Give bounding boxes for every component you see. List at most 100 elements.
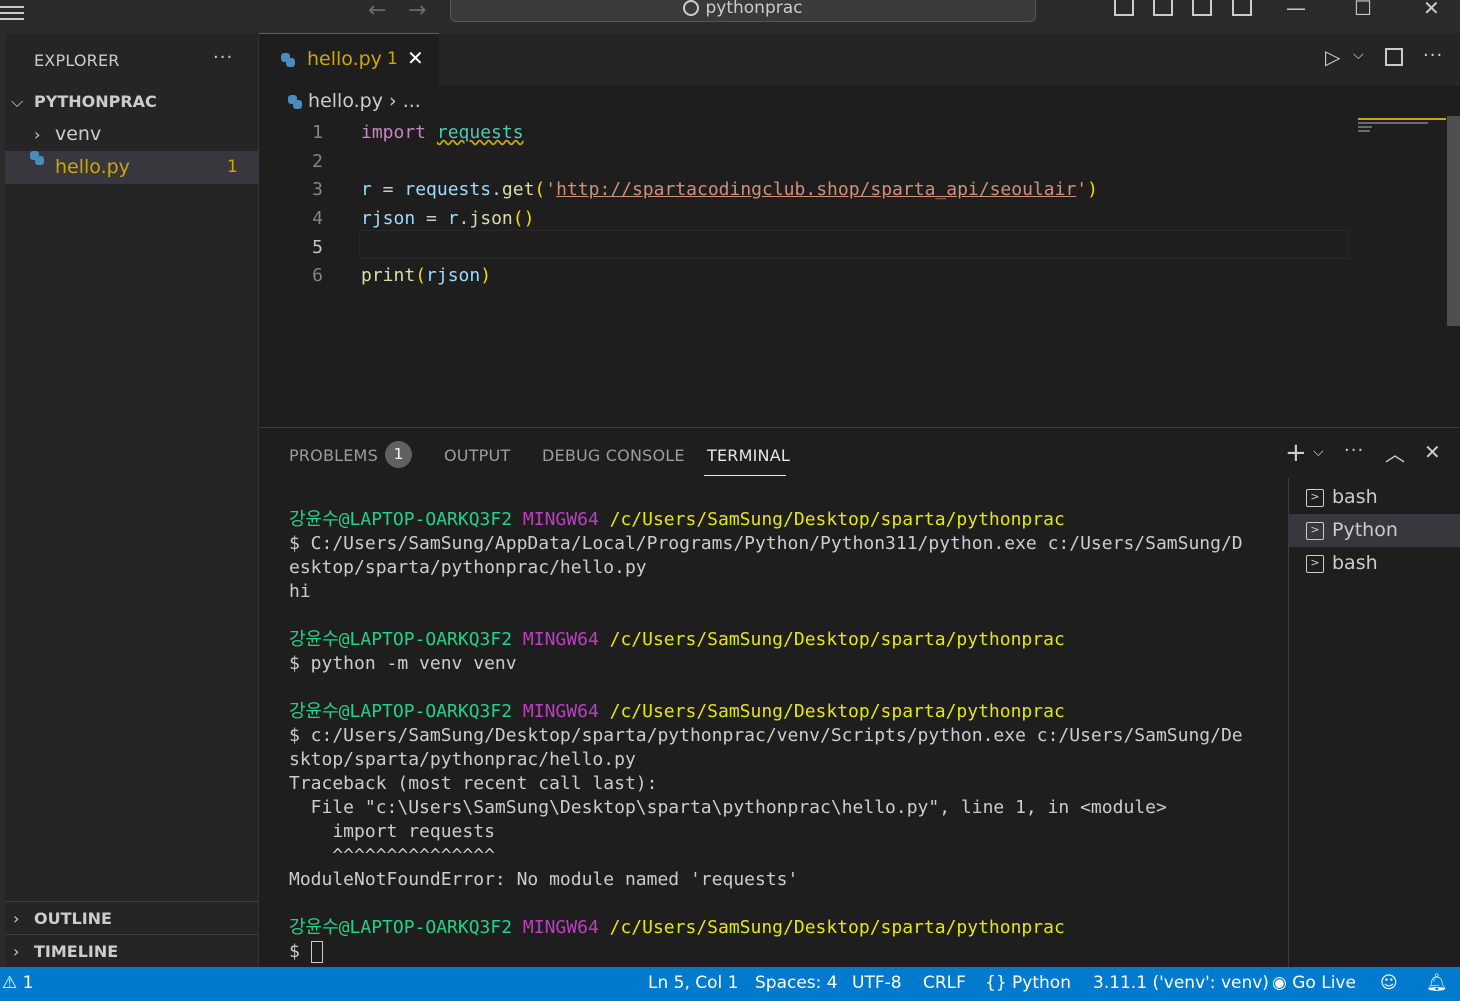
terminal-line: ^^^^^^^^^^^^^^^ — [289, 845, 495, 866]
outline-section[interactable]: › OUTLINE — [5, 901, 259, 935]
input-line[interactable]: $ — [289, 940, 1279, 964]
operator: = — [371, 179, 405, 200]
terminal-icon: > — [1306, 521, 1324, 540]
tab-label: hello.py — [307, 48, 382, 70]
editor-tab-bar: hello.py 1 ✕ ▷ ⌵ ··· — [259, 33, 1460, 86]
maximize-panel-icon[interactable]: ︿ — [1385, 438, 1405, 467]
feedback-icon[interactable]: ☺ — [1380, 973, 1398, 993]
split-editor-icon[interactable] — [1385, 48, 1403, 66]
encoding-status[interactable]: UTF-8 — [852, 973, 902, 993]
tree-item-label: venv — [55, 123, 102, 145]
keyword: import — [361, 122, 427, 143]
breadcrumb-symbols[interactable]: ... — [403, 90, 421, 112]
run-icon[interactable]: ▷ — [1325, 45, 1340, 69]
window-close-icon[interactable]: ✕ — [1423, 0, 1440, 20]
problems-count: 1 — [22, 973, 34, 993]
title-bar: ← → pythonprac — ☐ ✕ — [0, 0, 1460, 33]
timeline-section[interactable]: › TIMELINE — [5, 934, 259, 968]
chevron-right-icon: › — [34, 125, 41, 144]
breadcrumb-file[interactable]: hello.py — [308, 90, 383, 112]
prompt-user: 강윤수@LAPTOP-OARKQ3F2 — [289, 917, 513, 938]
terminal-output[interactable]: 강윤수@LAPTOP-OARKQ3F2 MINGW64 /c/Users/Sam… — [289, 508, 1279, 964]
object: requests — [404, 179, 492, 200]
python-file-icon — [281, 53, 295, 67]
terminal-item-bash[interactable]: > bash — [1289, 481, 1460, 514]
customize-layout-icon[interactable] — [1232, 0, 1252, 16]
broadcast-icon: ◉ — [1272, 973, 1287, 993]
minimap-current-line — [1358, 118, 1446, 120]
toggle-secondary-sidebar-icon[interactable] — [1192, 0, 1212, 16]
prompt-shell: MINGW64 — [522, 701, 599, 722]
eol-status[interactable]: CRLF — [923, 973, 966, 993]
dot: . — [491, 179, 502, 200]
quote: ' — [1076, 179, 1088, 200]
chevron-down-icon[interactable]: ⌵ — [1313, 444, 1324, 460]
minimize-icon[interactable]: — — [1286, 0, 1306, 20]
line-number: 2 — [312, 151, 323, 172]
tab-debug-console[interactable]: DEBUG CONSOLE — [542, 446, 685, 465]
terminal-item-label: bash — [1332, 486, 1378, 508]
new-terminal-icon[interactable]: + — [1285, 438, 1307, 468]
code-line: 1 import requests — [259, 118, 1359, 147]
prompt-user: 강윤수@LAPTOP-OARKQ3F2 — [289, 509, 513, 530]
language-label: Python — [1012, 973, 1071, 993]
terminal-line: $ python -m venv venv — [289, 653, 517, 674]
indentation-status[interactable]: Spaces: 4 — [755, 973, 838, 993]
terminal-line: $ c:/Users/SamSung/Desktop/sparta/python… — [289, 725, 1243, 746]
active-tab-indicator — [704, 475, 786, 476]
tab-hello-py[interactable]: hello.py 1 ✕ — [259, 33, 439, 86]
tree-item-hello-py[interactable]: hello.py 1 — [5, 151, 259, 184]
explorer-more-icon[interactable]: ··· — [213, 47, 233, 68]
forward-arrow-icon[interactable]: → — [408, 0, 426, 23]
line-number: 1 — [312, 122, 323, 143]
problems-status[interactable]: ⚠ 1 — [2, 973, 33, 993]
object: r — [447, 208, 459, 229]
back-arrow-icon[interactable]: ← — [368, 0, 386, 23]
terminal-icon: > — [1306, 488, 1324, 507]
more-actions-icon[interactable]: ··· — [1423, 45, 1443, 66]
terminal-item-bash[interactable]: > bash — [1289, 547, 1460, 580]
url-string[interactable]: http://spartacodingclub.shop/sparta_api/… — [556, 179, 1076, 200]
problem-count-badge: 1 — [227, 157, 238, 177]
cursor-position[interactable]: Ln 5, Col 1 — [648, 973, 739, 993]
quote: ' — [545, 179, 557, 200]
terminal-line: $ C:/Users/SamSung/AppData/Local/Program… — [289, 533, 1243, 554]
folder-label: PYTHONPRAC — [34, 92, 157, 111]
language-mode[interactable]: {} Python — [985, 973, 1071, 993]
python-file-icon — [288, 94, 302, 109]
close-panel-icon[interactable]: ✕ — [1424, 440, 1441, 464]
go-live-button[interactable]: ◉ Go Live — [1272, 973, 1356, 993]
menu-icon[interactable] — [0, 2, 26, 22]
minimap-code — [1358, 126, 1372, 128]
command-center-search[interactable]: pythonprac — [450, 0, 1036, 22]
notifications-bell-icon[interactable]: 🔔︎ — [1426, 973, 1448, 993]
code-editor[interactable]: 1 import requests 2 3 r = requests.get('… — [259, 116, 1460, 426]
chevron-down-icon[interactable]: ⌵ — [1353, 47, 1364, 63]
toggle-panel-icon[interactable] — [1153, 0, 1173, 16]
editor-scrollbar[interactable] — [1447, 116, 1460, 326]
line-number: 5 — [312, 237, 323, 258]
tab-output[interactable]: OUTPUT — [444, 446, 510, 465]
chevron-right-icon: › — [13, 909, 20, 928]
folder-pythonprac[interactable]: ⌵ PYTHONPRAC — [5, 85, 259, 118]
tab-close-icon[interactable]: ✕ — [407, 46, 424, 70]
code-line: 6 print(rjson) — [259, 261, 1359, 290]
prompt-line: 강윤수@LAPTOP-OARKQ3F2 MINGW64 /c/Users/Sam… — [289, 700, 1279, 724]
section-label: TIMELINE — [34, 942, 119, 961]
terminal-line: esktop/sparta/pythonprac/hello.py — [289, 557, 647, 578]
breadcrumb-separator: › — [389, 90, 397, 112]
code-line: 2 — [259, 147, 1359, 176]
breadcrumb: hello.py › ... — [288, 90, 421, 112]
maximize-icon[interactable]: ☐ — [1354, 0, 1372, 20]
more-actions-icon[interactable]: ··· — [1344, 440, 1364, 461]
tree-item-venv[interactable]: › venv — [5, 118, 259, 151]
prompt-shell: MINGW64 — [522, 629, 599, 650]
terminal-item-python[interactable]: > Python — [1289, 514, 1460, 547]
tab-terminal[interactable]: TERMINAL — [707, 446, 790, 465]
python-interpreter[interactable]: 3.11.1 ('venv': venv) — [1093, 973, 1269, 993]
toggle-sidebar-icon[interactable] — [1114, 0, 1134, 16]
tab-problems[interactable]: PROBLEMS — [289, 446, 378, 465]
line-number: 4 — [312, 208, 323, 229]
chevron-right-icon: › — [13, 942, 20, 961]
